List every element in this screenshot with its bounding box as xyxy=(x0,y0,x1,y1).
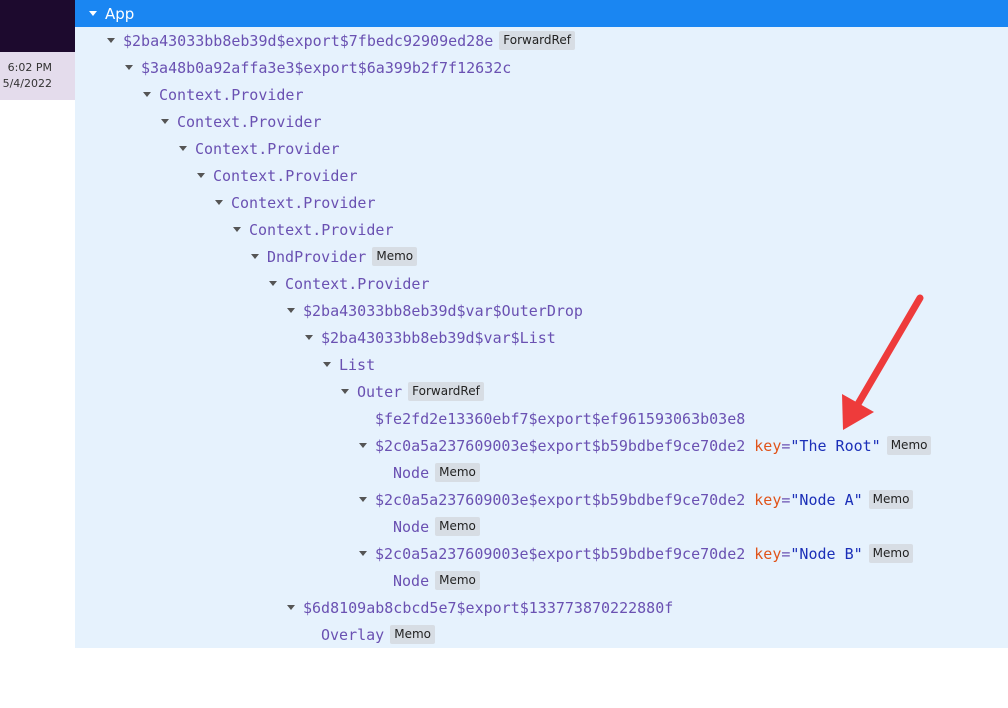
chevron-down-icon[interactable] xyxy=(233,227,241,232)
key-prop-name: key xyxy=(754,436,782,455)
tree-row[interactable]: $2c0a5a237609003e$export$b59bdbef9ce70de… xyxy=(359,486,914,513)
chevron-down-icon[interactable] xyxy=(179,146,187,151)
tree-row-label: Context.Provider xyxy=(249,220,394,239)
chevron-down-icon[interactable] xyxy=(341,389,349,394)
chevron-down-icon[interactable] xyxy=(215,200,223,205)
tree-row-label: Context.Provider xyxy=(195,139,340,158)
tree-row-label: $2c0a5a237609003e$export$b59bdbef9ce70de… xyxy=(375,544,746,563)
key-prop-equals: = xyxy=(781,436,791,455)
tree-row-label: Context.Provider xyxy=(213,166,358,185)
hoc-badge: ForwardRef xyxy=(499,31,575,50)
hoc-badge: Memo xyxy=(390,625,435,644)
tree-row-app[interactable]: App xyxy=(75,0,1008,27)
hoc-badge: Memo xyxy=(868,490,914,509)
tree-row-label: Overlay xyxy=(321,625,385,644)
tree-row-label: $2ba43033bb8eb39d$var$List xyxy=(321,328,556,347)
key-prop-value: "Node B" xyxy=(790,544,863,563)
chevron-down-icon[interactable] xyxy=(161,119,169,124)
chevron-down-icon[interactable] xyxy=(269,281,277,286)
tree-row[interactable]: Outer ForwardRef xyxy=(341,378,484,405)
tree-row[interactable]: Context.Provider xyxy=(179,135,340,162)
chevron-down-icon[interactable] xyxy=(359,443,367,448)
chevron-down-icon[interactable] xyxy=(323,362,331,367)
chevron-down-icon[interactable] xyxy=(125,65,133,70)
chevron-down-icon[interactable] xyxy=(197,173,205,178)
hoc-badge: Memo xyxy=(435,571,480,590)
tree-row-label: $3a48b0a92affa3e3$export$6a399b2f7f12632… xyxy=(141,58,512,77)
tree-row-label: $2c0a5a237609003e$export$b59bdbef9ce70de… xyxy=(375,490,746,509)
tree-row-label: List xyxy=(339,355,376,374)
tree-row-label: $6d8109ab8cbcd5e7$export$133773870222880… xyxy=(303,598,674,617)
tree-row[interactable]: List xyxy=(323,351,375,378)
tree-row[interactable]: Context.Provider xyxy=(143,81,304,108)
key-prop-name: key xyxy=(754,490,782,509)
key-prop-name: key xyxy=(754,544,782,563)
tree-row[interactable]: DndProvider Memo xyxy=(251,243,418,270)
clock-time: 6:02 PM xyxy=(7,61,52,74)
tree-row-label: Context.Provider xyxy=(285,274,430,293)
tree-row-label: Context.Provider xyxy=(177,112,322,131)
tree-row[interactable]: $2ba43033bb8eb39d$var$OuterDrop xyxy=(287,297,583,324)
chevron-down-icon[interactable] xyxy=(107,38,115,43)
component-tree: App $2ba43033bb8eb39d$export$7fbedc92909… xyxy=(75,0,1008,648)
tree-row[interactable]: Context.Provider xyxy=(269,270,430,297)
hoc-badge: Memo xyxy=(372,247,418,266)
tree-row-label: DndProvider xyxy=(267,247,367,266)
chevron-down-icon[interactable] xyxy=(359,551,367,556)
hoc-badge: ForwardRef xyxy=(408,382,484,401)
hoc-badge: Memo xyxy=(435,463,480,482)
tree-row[interactable]: Overlay Memo xyxy=(321,621,435,648)
taskbar-strip xyxy=(0,0,75,52)
chevron-down-icon[interactable] xyxy=(89,11,97,16)
tree-row[interactable]: $2c0a5a237609003e$export$b59bdbef9ce70de… xyxy=(359,540,914,567)
tree-row[interactable]: $6d8109ab8cbcd5e7$export$133773870222880… xyxy=(287,594,673,621)
tree-row-label: Node xyxy=(393,571,430,590)
tree-row-label: $2c0a5a237609003e$export$b59bdbef9ce70de… xyxy=(375,436,746,455)
chevron-down-icon[interactable] xyxy=(251,254,259,259)
tree-row[interactable]: Node Memo xyxy=(393,459,480,486)
chevron-down-icon[interactable] xyxy=(305,335,313,340)
clock-date: 5/4/2022 xyxy=(2,77,52,90)
tree-row-label: Outer xyxy=(357,382,403,401)
tree-row[interactable]: Node Memo xyxy=(393,567,480,594)
tree-row[interactable]: Context.Provider xyxy=(233,216,394,243)
key-prop-value: "The Root" xyxy=(790,436,881,455)
tree-row-label: Context.Provider xyxy=(231,193,376,212)
tree-row-label: Node xyxy=(393,517,430,536)
tree-row[interactable]: Context.Provider xyxy=(215,189,376,216)
chevron-down-icon[interactable] xyxy=(359,497,367,502)
tree-row[interactable]: $2c0a5a237609003e$export$b59bdbef9ce70de… xyxy=(359,432,932,459)
tree-row[interactable]: $2ba43033bb8eb39d$var$List xyxy=(305,324,556,351)
chevron-down-icon[interactable] xyxy=(287,605,295,610)
tree-row[interactable]: Node Memo xyxy=(393,513,480,540)
tree-row-label: Context.Provider xyxy=(159,85,304,104)
taskbar-clock[interactable]: 6:02 PM 5/4/2022 xyxy=(0,52,75,100)
hoc-badge: Memo xyxy=(435,517,480,536)
chevron-down-icon[interactable] xyxy=(143,92,151,97)
tree-row-label: App xyxy=(105,4,135,23)
tree-row-label: Node xyxy=(393,463,430,482)
hoc-badge: Memo xyxy=(886,436,932,455)
tree-row-label: $fe2fd2e13360ebf7$export$ef961593063b03e… xyxy=(375,409,746,428)
hoc-badge: Memo xyxy=(868,544,914,563)
tree-row[interactable]: $3a48b0a92affa3e3$export$6a399b2f7f12632… xyxy=(125,54,511,81)
tree-row[interactable]: $2ba43033bb8eb39d$export$7fbedc92909ed28… xyxy=(107,27,575,54)
key-prop-equals: = xyxy=(781,490,791,509)
key-prop-value: "Node A" xyxy=(790,490,863,509)
tree-row[interactable]: Context.Provider xyxy=(161,108,322,135)
chevron-down-icon[interactable] xyxy=(287,308,295,313)
tree-row[interactable]: $fe2fd2e13360ebf7$export$ef961593063b03e… xyxy=(375,405,745,432)
tree-row-label: $2ba43033bb8eb39d$export$7fbedc92909ed28… xyxy=(123,31,494,50)
tree-row[interactable]: Context.Provider xyxy=(197,162,358,189)
tree-row-label: $2ba43033bb8eb39d$var$OuterDrop xyxy=(303,301,583,320)
key-prop-equals: = xyxy=(781,544,791,563)
